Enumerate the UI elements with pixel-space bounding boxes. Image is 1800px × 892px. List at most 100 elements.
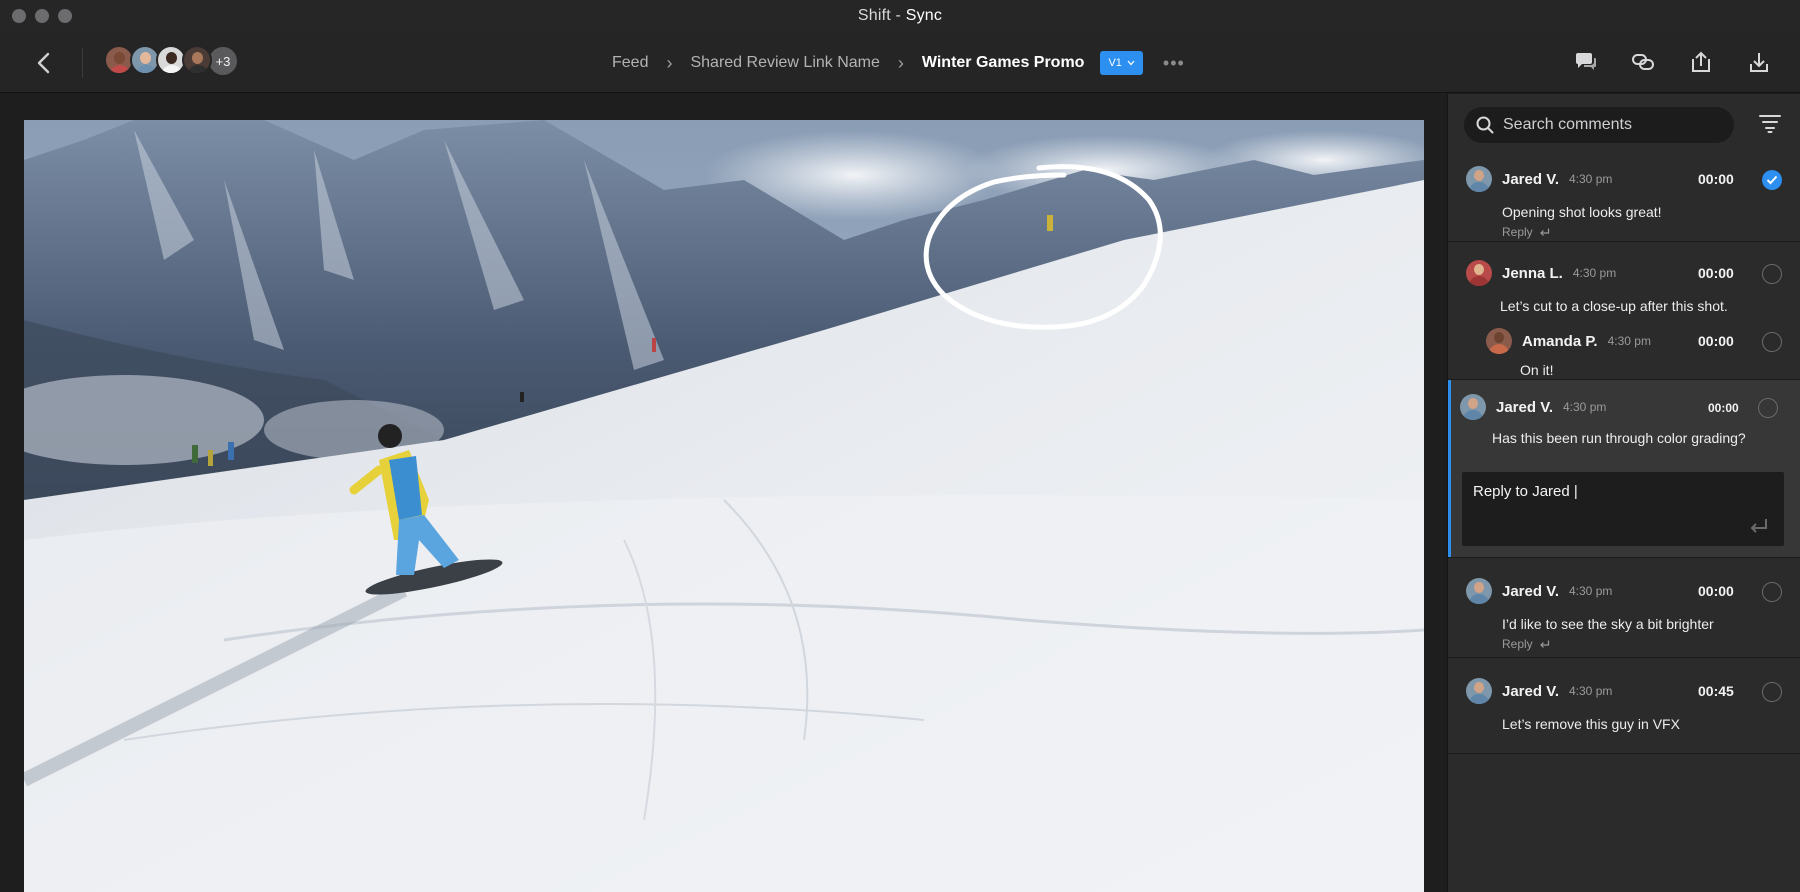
header-actions [1572,48,1772,76]
download-button[interactable] [1746,48,1772,76]
share-link-button[interactable] [1630,48,1656,76]
enter-icon [1539,640,1549,648]
search-placeholder: Search comments [1503,116,1632,133]
snowboard-scene-image[interactable] [24,120,1424,892]
title-bar: Shift - Sync [0,0,1800,32]
comment-time: 4:30 pm [1563,400,1607,414]
chevron-down-icon [1127,60,1135,66]
reply-label: Reply [1502,225,1533,239]
comment-item[interactable]: Jenna L. 4:30 pm 00:00 Let’s cut to a cl… [1448,242,1800,380]
comment-time: 4:30 pm [1569,684,1613,698]
resolve-checkbox[interactable] [1762,170,1782,190]
reply-button[interactable]: Reply [1502,225,1550,239]
avatar [1466,578,1492,604]
reply-label: Reply [1502,637,1533,651]
version-label: V1 [1108,57,1122,69]
version-dropdown[interactable]: V1 [1100,51,1143,75]
breadcrumb-item-review-link[interactable]: Shared Review Link Name [690,54,879,72]
more-options-button[interactable]: ••• [1163,53,1185,74]
minimize-window-button[interactable] [35,9,49,23]
window-title-app: Shift [857,7,891,24]
resolve-checkbox[interactable] [1762,332,1782,352]
comment-timecode[interactable]: 00:00 [1698,171,1734,187]
resolve-checkbox[interactable] [1762,682,1782,702]
comment-header: Jared V. 4:30 pm [1466,578,1612,604]
comment-time: 4:30 pm [1572,266,1617,280]
active-indicator [1448,380,1451,557]
window-title-project: Sync [905,7,943,24]
comment-header: Jared V. 4:30 pm [1466,166,1612,192]
comment-text: Has this been run through color grading? [1492,430,1746,446]
reply-header: Amanda P. 4:30 pm [1486,328,1651,354]
comment-time: 4:30 pm [1569,172,1613,186]
link-icon [1632,54,1654,70]
comments-panel: Search comments Jared V. 4:30 pm 00:00 O… [1447,94,1800,892]
window-title-separator: - [890,7,906,24]
comment-author: Jared V. [1502,582,1559,600]
app-window: Shift - Sync +3 Feed › Shared Review Lin… [0,0,1800,892]
video-frame[interactable] [24,120,1424,892]
close-window-button[interactable] [12,9,26,23]
search-icon [1476,116,1494,134]
comment-item[interactable]: Jared V. 4:30 pm 00:00 I’d like to see t… [1448,558,1800,658]
chat-icon [1576,53,1596,70]
avatar [1460,394,1486,420]
resolve-checkbox[interactable] [1758,398,1778,418]
breadcrumb: Feed › Shared Review Link Name › Winter … [612,50,1185,76]
comment-timecode[interactable]: 00:45 [1698,683,1734,699]
chevron-right-icon: › [666,52,673,73]
comment-author: Amanda P. [1522,332,1598,350]
comment-item[interactable]: Jared V. 4:30 pm 00:45 Let’s remove this… [1448,658,1800,754]
collaborator-avatars[interactable]: +3 [104,45,239,77]
reply-input[interactable]: Reply to Jared | [1462,472,1784,546]
video-viewer [0,94,1447,892]
upload-button[interactable] [1688,48,1714,76]
reply-input-value: Reply to Jared | [1473,483,1578,500]
comment-header: Jared V. 4:30 pm [1466,678,1612,704]
download-icon [1750,53,1768,72]
avatar [1466,678,1492,704]
header-divider [82,48,83,78]
avatar [1466,260,1492,286]
filter-icon [1759,115,1781,133]
back-button[interactable] [30,48,56,78]
breadcrumb-item-current: Winter Games Promo [921,54,1085,71]
comment-text: Let’s cut to a close-up after this shot. [1500,298,1728,314]
avatar[interactable] [182,45,212,75]
window-controls [12,9,72,23]
upload-icon [1692,51,1710,72]
top-header: +3 Feed › Shared Review Link Name › Wint… [0,32,1800,93]
comment-item[interactable]: Jared V. 4:30 pm 00:00 Opening shot look… [1448,146,1800,242]
maximize-window-button[interactable] [58,9,72,23]
enter-icon[interactable] [1749,518,1769,534]
breadcrumb-item-feed[interactable]: Feed [612,54,648,72]
avatar [1486,328,1512,354]
comment-timecode[interactable]: 00:00 [1698,265,1734,281]
filter-button[interactable] [1758,113,1784,137]
comment-timecode[interactable]: 00:00 [1698,333,1734,349]
comment-header: Jared V. 4:30 pm [1460,394,1606,420]
search-input[interactable]: Search comments [1464,107,1734,143]
comment-text: Let’s remove this guy in VFX [1502,716,1680,732]
comment-author: Jared V. [1502,682,1559,700]
comment-text: On it! [1520,362,1554,378]
comment-timecode[interactable]: 00:00 [1708,401,1739,415]
comment-text: Opening shot looks great! [1502,204,1662,220]
comment-text: I’d like to see the sky a bit brighter [1502,616,1714,632]
comment-author: Jared V. [1496,398,1553,416]
comment-timecode[interactable]: 00:00 [1698,583,1734,599]
reply-button[interactable]: Reply [1502,637,1550,651]
avatar [1466,166,1492,192]
comments-toggle-button[interactable] [1572,48,1598,76]
comment-header: Jenna L. 4:30 pm [1466,260,1616,286]
chevron-right-icon: › [897,52,904,73]
enter-icon [1539,228,1549,236]
check-icon [1766,175,1778,185]
resolve-checkbox[interactable] [1762,264,1782,284]
resolve-checkbox[interactable] [1762,582,1782,602]
comment-author: Jenna L. [1502,264,1563,282]
comments-search-row: Search comments [1464,107,1784,143]
comment-time: 4:30 pm [1569,584,1613,598]
comment-item-active[interactable]: Jared V. 4:30 pm 00:00 Has this been run… [1448,380,1800,558]
comment-time: 4:30 pm [1607,334,1651,348]
